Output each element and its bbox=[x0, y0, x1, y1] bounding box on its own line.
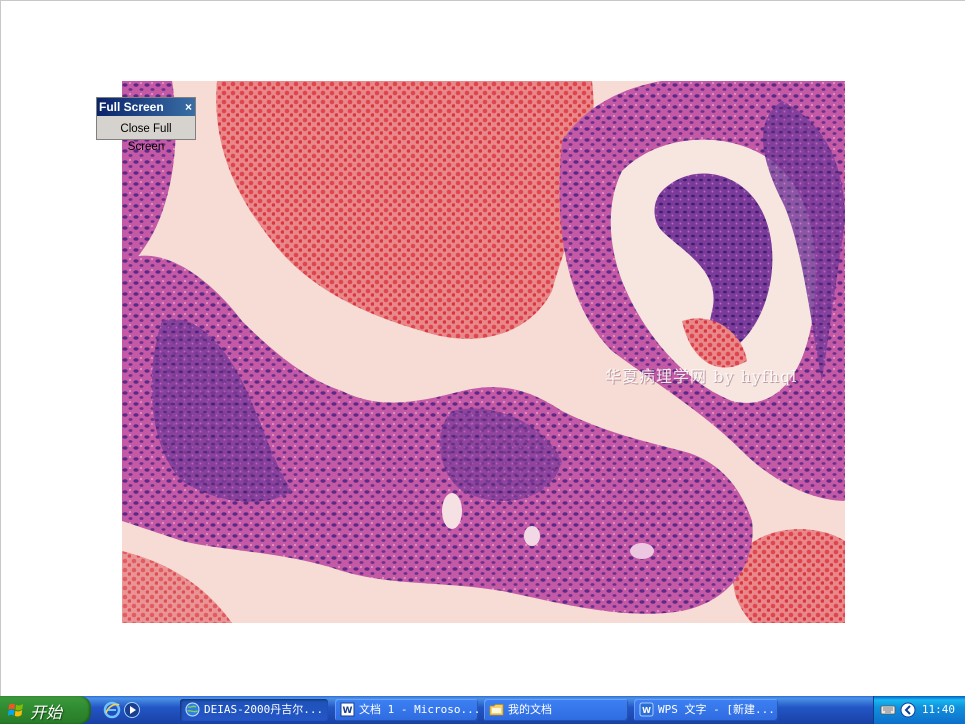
folder-icon bbox=[489, 704, 504, 716]
taskbar-item-label: WPS 文字 - [新建... bbox=[658, 703, 775, 716]
histology-micrograph bbox=[122, 81, 845, 623]
start-label: 开始 bbox=[30, 703, 63, 722]
svg-text:W: W bbox=[343, 706, 353, 716]
taskbar-item-my-documents[interactable]: 我的文档 bbox=[484, 699, 628, 721]
taskbar-item-word[interactable]: W 文档 1 - Microso... bbox=[335, 699, 478, 721]
windows-logo-icon bbox=[8, 703, 23, 717]
ie-icon[interactable] bbox=[103, 701, 121, 719]
taskbar-item-label: DEIAS-2000丹吉尔... bbox=[204, 703, 324, 716]
clock: 11:40 bbox=[921, 703, 955, 716]
close-icon[interactable]: × bbox=[185, 98, 192, 116]
taskbar-item-wps[interactable]: W WPS 文字 - [新建... bbox=[634, 699, 778, 721]
taskbar: 开始 DEIAS-2000丹吉尔... W 文档 1 - Microso... … bbox=[0, 696, 965, 724]
system-tray: 11:40 bbox=[873, 696, 965, 724]
fullscreen-toolbar-titlebar: Full Screen × bbox=[97, 98, 195, 116]
watermark-text: 华夏病理学网 by hyfhql bbox=[605, 367, 798, 386]
slide-viewer: 华夏病理学网 by hyfhql Full Screen × Close Ful… bbox=[0, 0, 965, 696]
taskbar-item-deias[interactable]: DEIAS-2000丹吉尔... bbox=[180, 699, 328, 721]
histology-image: 华夏病理学网 by hyfhql bbox=[122, 81, 845, 623]
globe-icon bbox=[185, 702, 200, 717]
wps-icon: W bbox=[639, 702, 654, 717]
taskbar-item-label: 文档 1 - Microso... bbox=[359, 703, 478, 716]
svg-text:W: W bbox=[642, 706, 651, 715]
fullscreen-toolbar-title: Full Screen bbox=[99, 100, 164, 114]
start-button[interactable]: 开始 bbox=[0, 696, 91, 724]
close-full-screen-button[interactable]: Close Full Screen bbox=[101, 119, 191, 153]
media-icon[interactable] bbox=[123, 701, 141, 719]
back-arrow-icon[interactable] bbox=[900, 702, 916, 718]
taskbar-item-label: 我的文档 bbox=[508, 703, 552, 716]
fullscreen-toolbar: Full Screen × Close Full Screen bbox=[96, 97, 196, 153]
word-icon: W bbox=[340, 702, 355, 717]
keyboard-icon[interactable] bbox=[880, 702, 896, 718]
